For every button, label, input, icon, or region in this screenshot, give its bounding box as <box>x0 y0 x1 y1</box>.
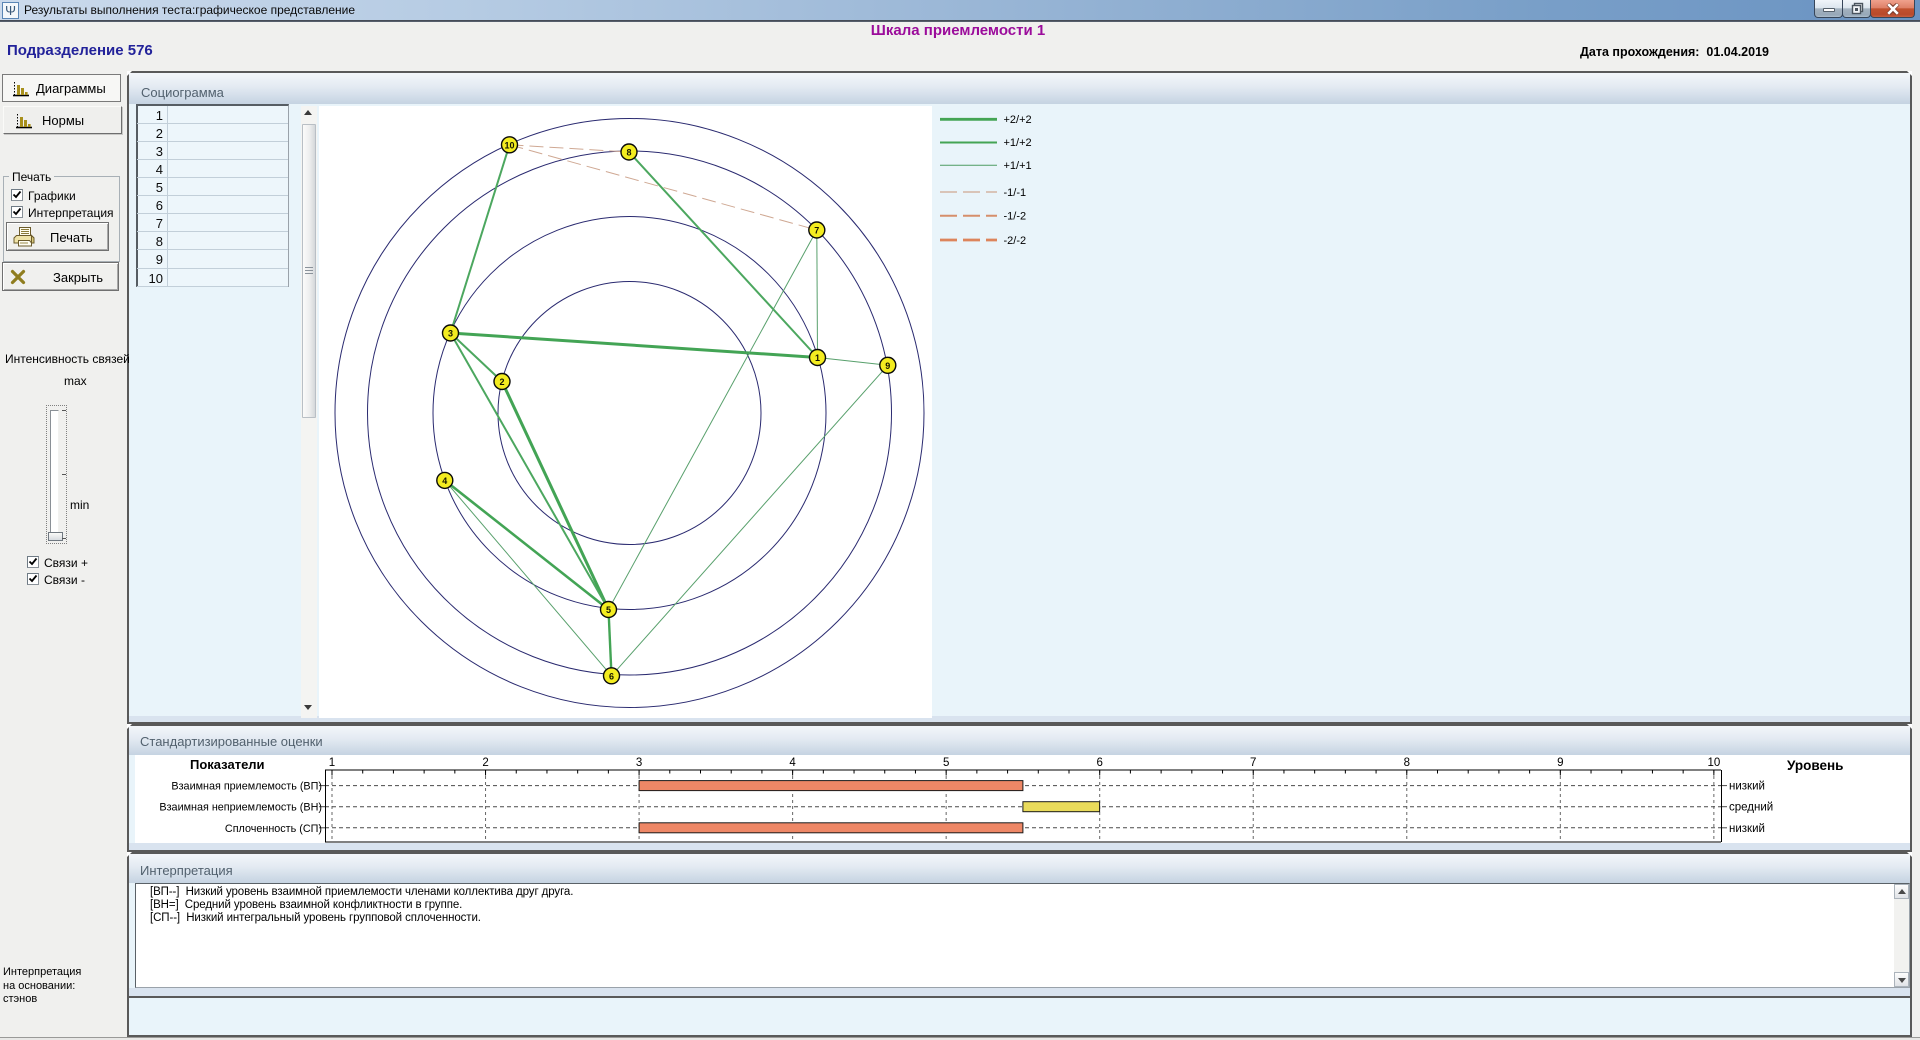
svg-text:низкий: низкий <box>1729 781 1765 793</box>
svg-text:6: 6 <box>1096 757 1102 769</box>
svg-text:7: 7 <box>1250 757 1256 769</box>
svg-text:Уровень: Уровень <box>1787 758 1843 773</box>
svg-text:Взаимная приемлемость (ВП): Взаимная приемлемость (ВП) <box>171 781 322 793</box>
svg-text:+2/+2: +2/+2 <box>1004 114 1032 126</box>
svg-text:1: 1 <box>815 353 820 363</box>
svg-text:4: 4 <box>442 476 447 486</box>
svg-text:6: 6 <box>609 672 614 682</box>
svg-text:10: 10 <box>1707 757 1720 769</box>
svg-text:-2/-2: -2/-2 <box>1004 235 1027 247</box>
svg-text:10: 10 <box>504 140 514 150</box>
svg-text:2: 2 <box>499 377 504 387</box>
svg-text:8: 8 <box>1404 757 1410 769</box>
svg-text:5: 5 <box>606 605 611 615</box>
svg-text:2: 2 <box>482 757 488 769</box>
svg-text:Взаимная неприемлемость (ВН): Взаимная неприемлемость (ВН) <box>159 802 322 814</box>
svg-text:9: 9 <box>885 361 890 371</box>
svg-text:9: 9 <box>1557 757 1563 769</box>
svg-text:низкий: низкий <box>1729 823 1765 835</box>
svg-text:+1/+2: +1/+2 <box>1004 137 1032 149</box>
svg-text:-1/-1: -1/-1 <box>1004 187 1027 199</box>
svg-text:8: 8 <box>626 148 631 158</box>
svg-text:3: 3 <box>636 757 642 769</box>
svg-text:-1/-2: -1/-2 <box>1004 211 1027 223</box>
svg-text:3: 3 <box>448 329 453 339</box>
svg-text:Сплоченность (СП): Сплоченность (СП) <box>225 823 322 835</box>
svg-text:7: 7 <box>814 226 819 236</box>
svg-text:Показатели: Показатели <box>190 757 265 772</box>
svg-text:5: 5 <box>943 757 949 769</box>
svg-text:средний: средний <box>1729 802 1773 814</box>
svg-text:+1/+1: +1/+1 <box>1004 160 1032 172</box>
svg-text:1: 1 <box>329 757 335 769</box>
svg-text:4: 4 <box>789 757 796 769</box>
